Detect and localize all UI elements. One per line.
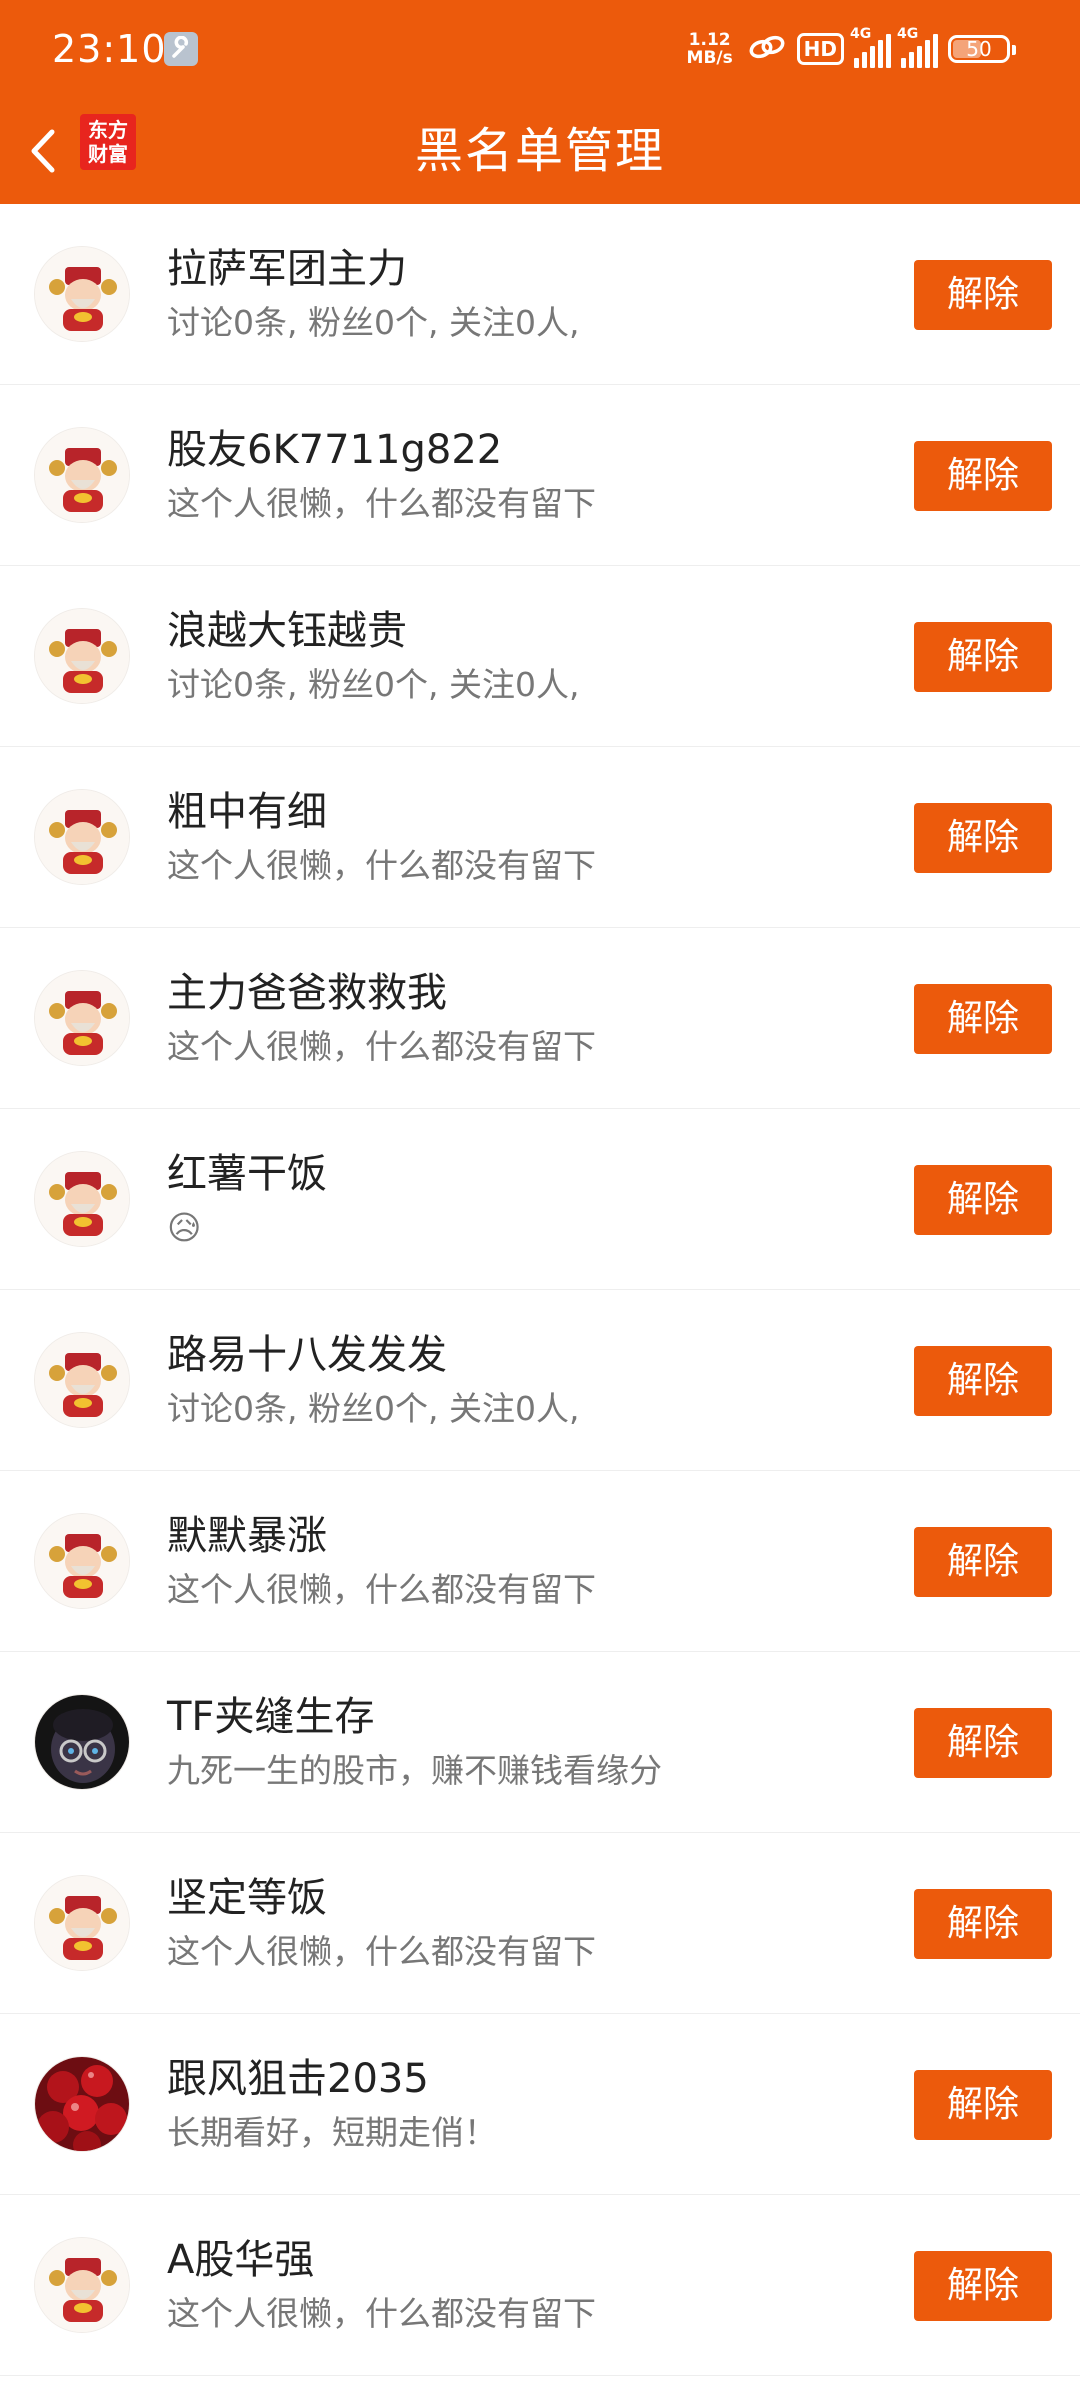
- list-item: A股华强这个人很懒，什么都没有留下 解除: [0, 2195, 1080, 2376]
- network-speed-unit: MB/s: [686, 48, 733, 68]
- user-description: 这个人很懒，什么都没有留下: [167, 846, 596, 885]
- user-name[interactable]: 跟风狙击2035: [167, 2054, 429, 2104]
- user-name[interactable]: 主力爸爸救救我: [167, 968, 447, 1018]
- list-item: 粗中有细这个人很懒，什么都没有留下 解除: [0, 747, 1080, 928]
- page-title: 黑名单管理: [414, 123, 665, 179]
- list-item: TF夹缝生存九死一生的股市，赚不赚钱看缘分 解除: [0, 1652, 1080, 1833]
- unblock-button[interactable]: 解除: [914, 622, 1052, 692]
- user-description: 讨论0条, 粉丝0个, 关注0人,: [167, 303, 580, 342]
- user-name[interactable]: 浪越大钰越贵: [167, 606, 407, 656]
- unblock-button[interactable]: 解除: [914, 441, 1052, 511]
- user-name[interactable]: 路易十八发发发: [167, 1330, 447, 1380]
- fortune-god-icon[interactable]: [34, 427, 130, 523]
- unblock-button[interactable]: 解除: [914, 260, 1052, 330]
- user-description: 😥: [167, 1208, 202, 1247]
- user-description: 讨论0条, 粉丝0个, 关注0人,: [167, 1389, 580, 1428]
- status-indicators: 1.12 MB/s HD 4G 4G 50: [683, 24, 1016, 74]
- list-item: 坚定等饭这个人很懒，什么都没有留下 解除: [0, 1833, 1080, 2014]
- fortune-god-icon[interactable]: [34, 608, 130, 704]
- signal-strength-icon: 4G: [850, 26, 891, 68]
- user-name[interactable]: 拉萨军团主力: [167, 244, 407, 294]
- signal-network-label: 4G: [850, 26, 872, 42]
- unblock-button[interactable]: 解除: [914, 1527, 1052, 1597]
- user-name[interactable]: 默默暴涨: [167, 1511, 327, 1561]
- wrench-icon: [164, 32, 198, 66]
- fortune-god-icon[interactable]: [34, 2237, 130, 2333]
- fortune-god-icon[interactable]: [34, 1332, 130, 1428]
- unblock-button[interactable]: 解除: [914, 1346, 1052, 1416]
- user-description: 讨论0条, 粉丝0个, 关注0人,: [167, 665, 580, 704]
- network-speed: 1.12 MB/s: [683, 31, 737, 67]
- list-item: 主力爸爸救救我这个人很懒，什么都没有留下 解除: [0, 928, 1080, 1109]
- user-description: 这个人很懒，什么都没有留下: [167, 1570, 596, 1609]
- list-item: 跟风狙击2035 长期看好，短期走俏！ 解除: [0, 2014, 1080, 2195]
- unblock-button[interactable]: 解除: [914, 2251, 1052, 2321]
- list-item: 默默暴涨这个人很懒，什么都没有留下 解除: [0, 1471, 1080, 1652]
- user-description: 这个人很懒，什么都没有留下: [167, 2294, 596, 2333]
- user-name[interactable]: 股友6K7711g822: [167, 425, 502, 475]
- user-name[interactable]: TF夹缝生存: [167, 1692, 374, 1742]
- app-bar: 东方 财富 黑名单管理: [0, 98, 1080, 204]
- fortune-god-icon[interactable]: [34, 789, 130, 885]
- status-time: 23:10: [52, 27, 167, 71]
- link-icon: [747, 32, 787, 66]
- user-name[interactable]: A股华强: [167, 2235, 314, 2285]
- user-name[interactable]: 粗中有细: [167, 787, 327, 837]
- list-item: 浪越大钰越贵讨论0条, 粉丝0个, 关注0人, 解除: [0, 566, 1080, 747]
- unblock-button[interactable]: 解除: [914, 1889, 1052, 1959]
- list-item: 红薯干饭 😥 解除: [0, 1109, 1080, 1290]
- user-description: 这个人很懒，什么都没有留下: [167, 1027, 596, 1066]
- battery-level: 50: [966, 37, 992, 61]
- signal-strength-icon: 4G: [897, 26, 938, 68]
- user-name[interactable]: 坚定等饭: [167, 1873, 327, 1923]
- list-item: 股友6K7711g822 这个人很懒，什么都没有留下 解除: [0, 385, 1080, 566]
- fortune-god-icon[interactable]: [34, 1875, 130, 1971]
- hd-badge: HD: [796, 33, 844, 65]
- cherries-icon[interactable]: [34, 2056, 130, 2152]
- user-description: 这个人很懒，什么都没有留下: [167, 1932, 596, 1971]
- unblock-button[interactable]: 解除: [914, 2070, 1052, 2140]
- list-item: 路易十八发发发讨论0条, 粉丝0个, 关注0人, 解除: [0, 1290, 1080, 1471]
- user-description: 长期看好，短期走俏！: [167, 2113, 497, 2152]
- list-item: 拉萨军团主力讨论0条, 粉丝0个, 关注0人, 解除: [0, 204, 1080, 385]
- cartoon-face-icon[interactable]: [34, 1694, 130, 1790]
- unblock-button[interactable]: 解除: [914, 803, 1052, 873]
- battery-icon: 50: [948, 35, 1016, 63]
- user-description: 这个人很懒，什么都没有留下: [167, 484, 596, 523]
- fortune-god-icon[interactable]: [34, 970, 130, 1066]
- status-bar: 23:10 1.12 MB/s HD 4G 4G 50: [0, 0, 1080, 98]
- unblock-button[interactable]: 解除: [914, 1708, 1052, 1778]
- network-speed-value: 1.12: [688, 30, 731, 50]
- fortune-god-icon[interactable]: [34, 1151, 130, 1247]
- signal-network-label: 4G: [897, 26, 919, 42]
- unblock-button[interactable]: 解除: [914, 1165, 1052, 1235]
- user-name[interactable]: 红薯干饭: [167, 1149, 327, 1199]
- user-description: 九死一生的股市，赚不赚钱看缘分: [167, 1751, 662, 1790]
- fortune-god-icon[interactable]: [34, 1513, 130, 1609]
- fortune-god-icon[interactable]: [34, 246, 130, 342]
- unblock-button[interactable]: 解除: [914, 984, 1052, 1054]
- blacklist: 拉萨军团主力 讨论0条, 粉丝0个, 关注0人, 解除 股友6K7711g822 这个人…: [0, 204, 1080, 2376]
